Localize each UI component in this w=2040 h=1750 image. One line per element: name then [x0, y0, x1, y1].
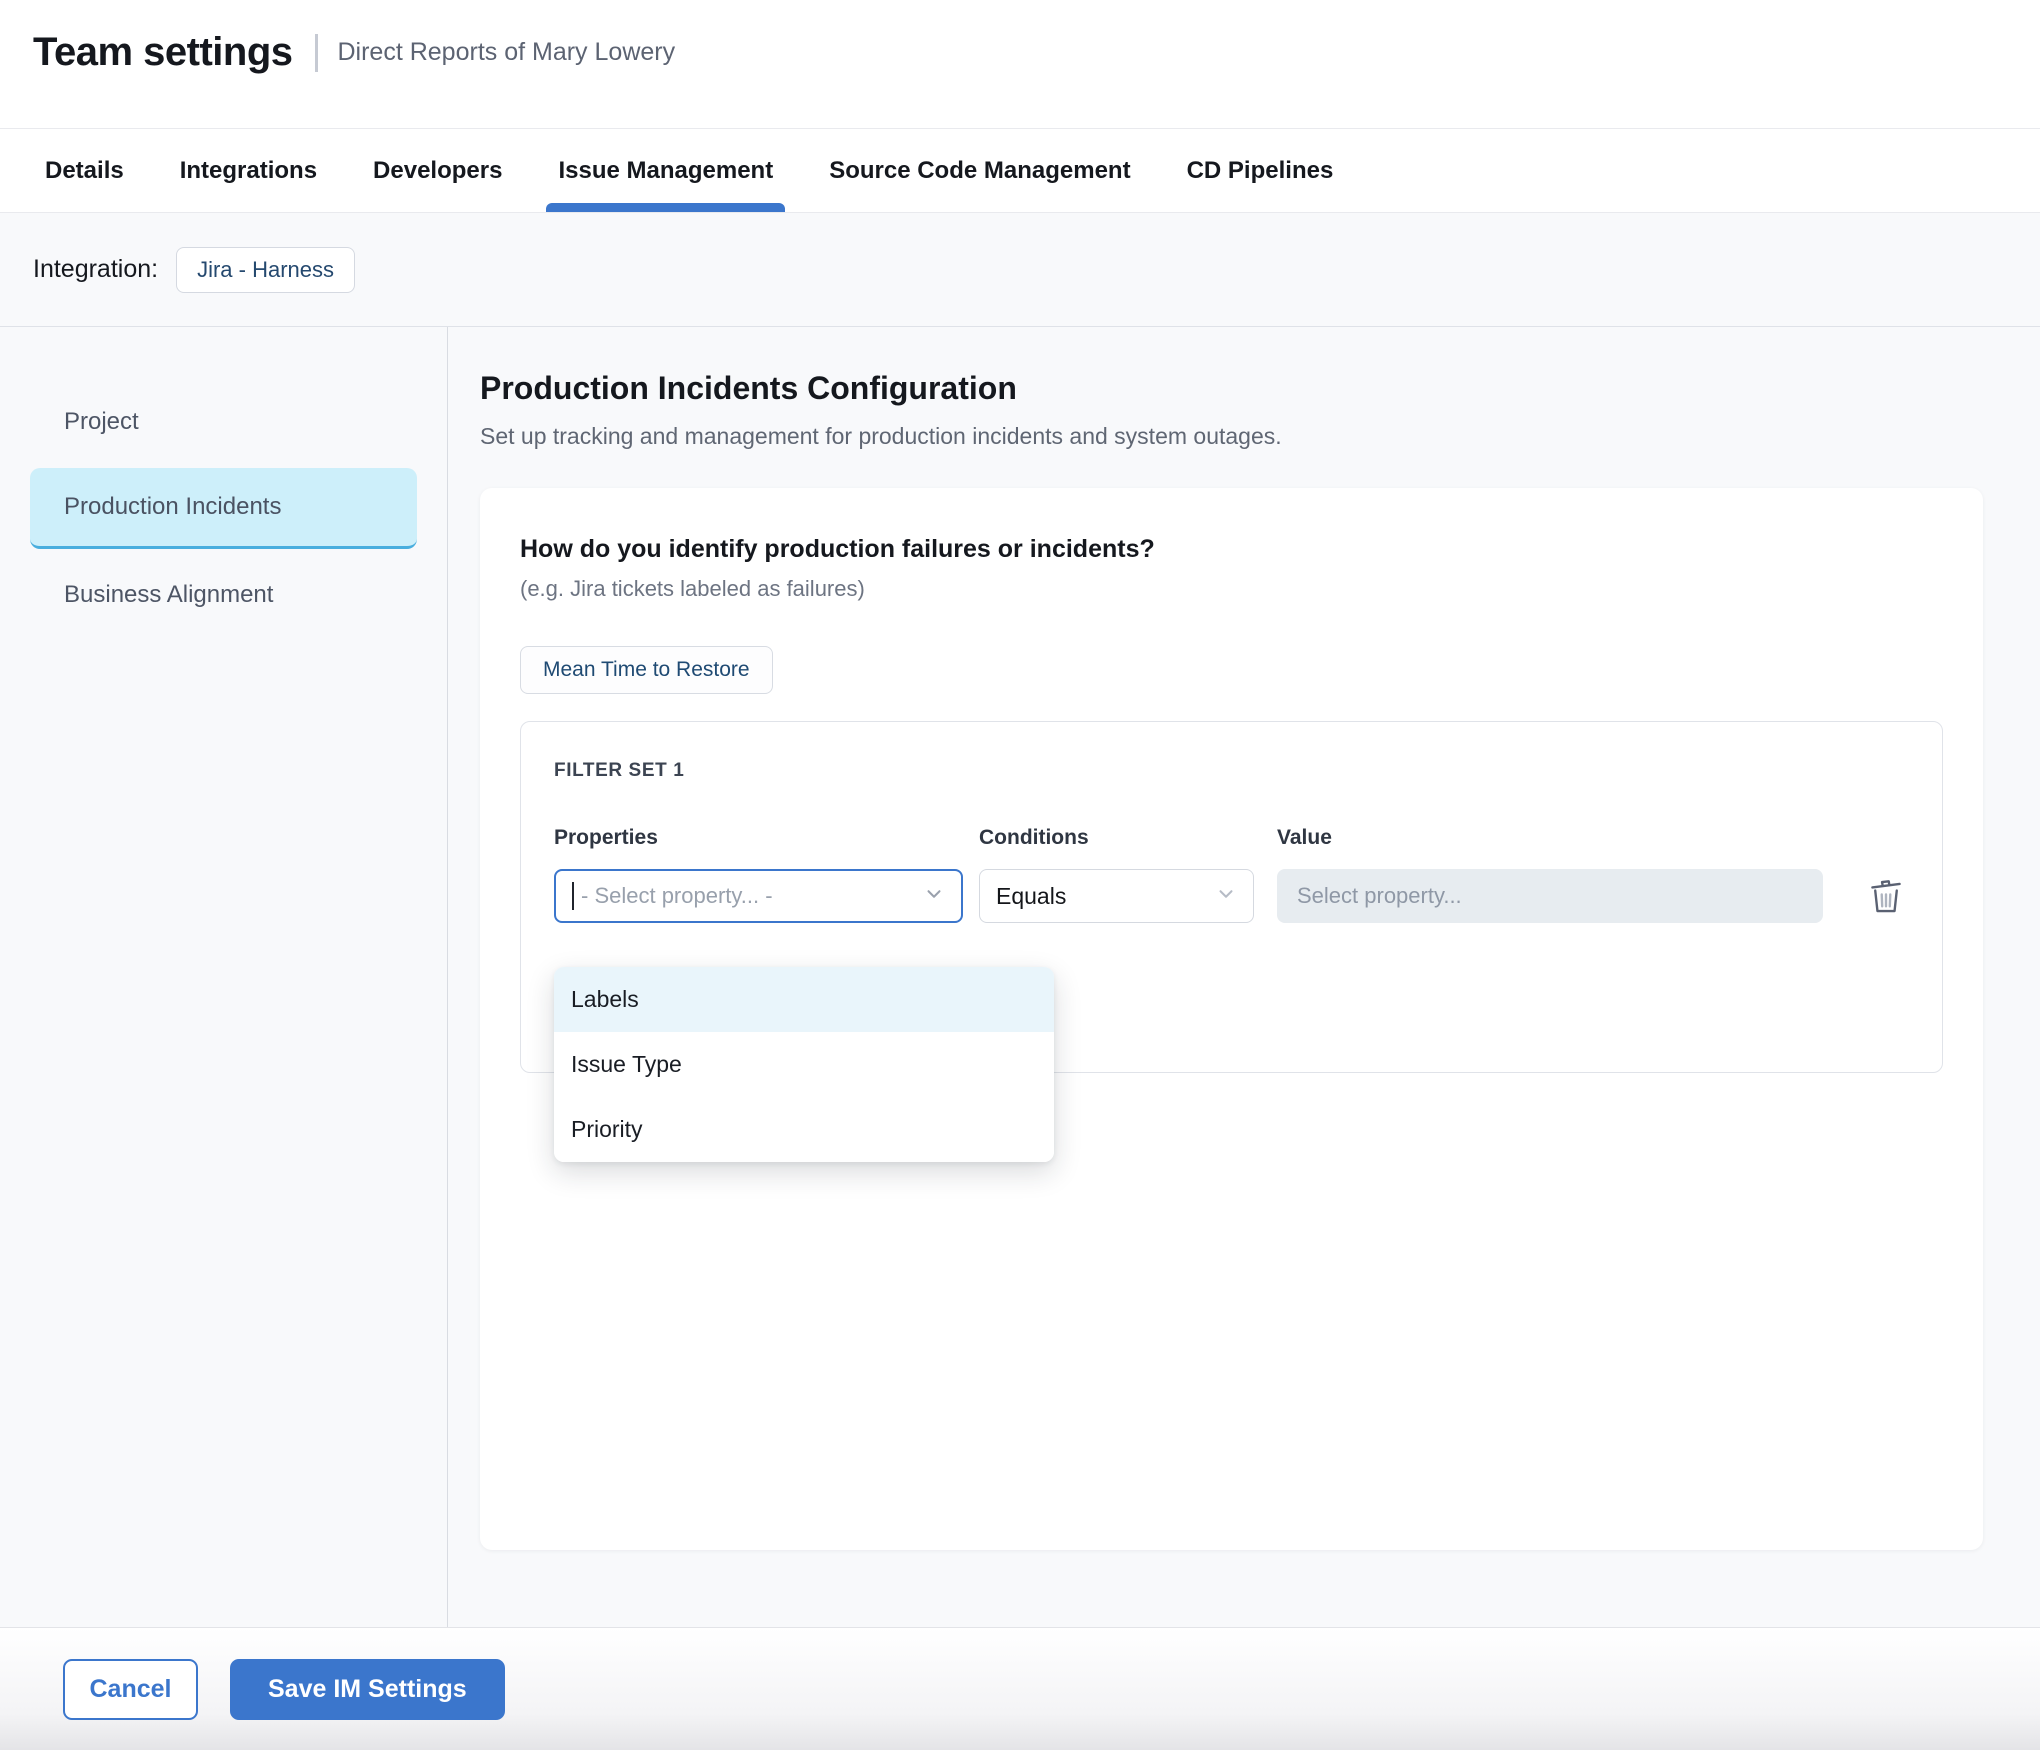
filter-column-labels: Properties Conditions Value — [554, 826, 1909, 850]
dropdown-option-issue-type[interactable]: Issue Type — [554, 1032, 1054, 1097]
tab-integrations[interactable]: Integrations — [180, 129, 317, 212]
main-panel: Production Incidents Configuration Set u… — [448, 327, 2040, 1627]
tab-source-code-management[interactable]: Source Code Management — [829, 129, 1130, 212]
chevron-down-icon — [923, 883, 945, 910]
tab-cd-pipelines[interactable]: CD Pipelines — [1187, 129, 1334, 212]
value-column-label: Value — [1277, 826, 1823, 850]
sidebar-item-production-incidents[interactable]: Production Incidents — [30, 468, 417, 549]
tab-developers[interactable]: Developers — [373, 129, 502, 212]
conditions-column-label: Conditions — [979, 826, 1254, 850]
title-separator — [315, 34, 318, 72]
value-input[interactable] — [1277, 869, 1823, 923]
filter-controls-row: - Select property... - Equals — [554, 869, 1909, 923]
section-subtitle: Set up tracking and management for produ… — [480, 423, 1983, 450]
filter-set-title: FILTER SET 1 — [554, 760, 1909, 782]
property-select-placeholder: - Select property... - — [581, 883, 923, 909]
condition-select-value: Equals — [996, 883, 1215, 910]
condition-select[interactable]: Equals — [979, 869, 1254, 923]
mean-time-to-restore-tab[interactable]: Mean Time to Restore — [520, 646, 773, 694]
text-cursor-caret — [572, 882, 574, 910]
sidebar-item-project[interactable]: Project — [30, 383, 417, 461]
cancel-button[interactable]: Cancel — [63, 1659, 198, 1720]
tab-issue-management[interactable]: Issue Management — [558, 129, 773, 212]
delete-filter-button[interactable] — [1863, 871, 1909, 921]
tab-details[interactable]: Details — [45, 129, 124, 212]
app-header: Team settings Direct Reports of Mary Low… — [0, 0, 2040, 128]
team-settings-page: Team settings Direct Reports of Mary Low… — [0, 0, 2040, 1750]
property-select[interactable]: - Select property... - — [554, 869, 963, 923]
page-subtitle: Direct Reports of Mary Lowery — [338, 38, 676, 67]
sidebar-item-business-alignment[interactable]: Business Alignment — [30, 556, 417, 634]
properties-column-label: Properties — [554, 826, 963, 850]
save-im-settings-button[interactable]: Save IM Settings — [230, 1659, 505, 1720]
dropdown-option-labels[interactable]: Labels — [554, 967, 1054, 1032]
property-dropdown-menu: Labels Issue Type Priority — [554, 967, 1054, 1162]
content-area: Project Production Incidents Business Al… — [0, 327, 2040, 1627]
chevron-down-icon — [1215, 883, 1237, 910]
question-hint: (e.g. Jira tickets labeled as failures) — [520, 576, 1943, 602]
section-title: Production Incidents Configuration — [480, 370, 1983, 407]
integration-badge[interactable]: Jira - Harness — [176, 247, 355, 293]
incidents-config-card: How do you identify production failures … — [480, 488, 1983, 1550]
page-title: Team settings — [33, 30, 293, 75]
tabs-bar: Details Integrations Developers Issue Ma… — [0, 128, 2040, 213]
integration-row: Integration: Jira - Harness — [0, 213, 2040, 327]
integration-label: Integration: — [33, 255, 158, 284]
dropdown-option-priority[interactable]: Priority — [554, 1097, 1054, 1162]
title-row: Team settings Direct Reports of Mary Low… — [33, 30, 2007, 75]
trash-icon — [1867, 905, 1905, 920]
filter-set-card: FILTER SET 1 Properties Conditions Value… — [520, 721, 1943, 1073]
question-heading: How do you identify production failures … — [520, 535, 1943, 564]
footer-bar: Cancel Save IM Settings — [0, 1627, 2040, 1750]
settings-sidebar: Project Production Incidents Business Al… — [0, 327, 448, 1627]
